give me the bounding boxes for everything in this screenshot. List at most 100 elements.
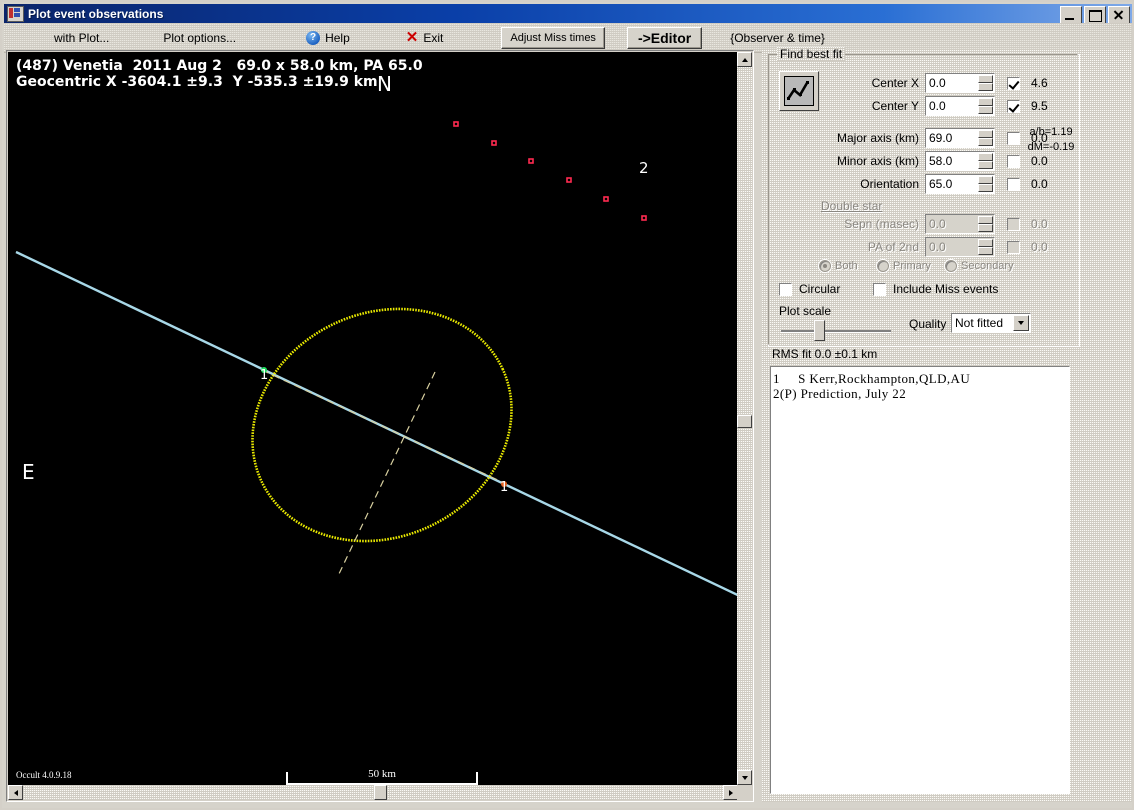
orientation-checkbox[interactable] bbox=[1007, 177, 1020, 191]
fit-row-orientation: Orientation 65.0 0.0 bbox=[769, 173, 1081, 195]
major-axis-input[interactable]: 69.0 bbox=[925, 128, 995, 148]
radio-both bbox=[819, 260, 831, 272]
plot-options-menu[interactable]: Plot options... bbox=[149, 31, 250, 45]
major-axis-checkbox[interactable] bbox=[1007, 131, 1020, 145]
observer-time-label: {Observer & time} bbox=[730, 30, 825, 45]
editor-label: ->Editor bbox=[637, 29, 692, 46]
radio-secondary-label: Secondary bbox=[961, 260, 1014, 272]
plot-header-line1: (487) Venetia 2011 Aug 2 69.0 x 58.0 km,… bbox=[16, 58, 423, 74]
circular-checkbox[interactable] bbox=[779, 283, 792, 296]
orientation-label: Orientation bbox=[860, 177, 919, 191]
pa-of-2nd-label: PA of 2nd bbox=[867, 240, 919, 254]
orientation-value: 65.0 bbox=[929, 177, 953, 191]
north-label: N bbox=[377, 72, 392, 96]
find-best-fit-title: Find best fit bbox=[777, 47, 845, 61]
center-y-label: Center Y bbox=[871, 99, 919, 113]
center-y-input[interactable]: 0.0 bbox=[925, 96, 995, 116]
chevron-down-icon bbox=[741, 775, 748, 780]
title-bar: Plot event observations bbox=[4, 4, 1132, 24]
close-x-icon: ✕ bbox=[405, 29, 419, 46]
list-item[interactable]: 1 S Kerr,Rockhampton,QLD,AU bbox=[773, 371, 1067, 386]
vertical-scroll-thumb[interactable] bbox=[737, 415, 752, 428]
center-y-error: 9.5 bbox=[1031, 99, 1048, 113]
double-star-title: Double star bbox=[821, 199, 883, 213]
chevron-down-icon[interactable] bbox=[1013, 315, 1029, 331]
quality-value: Not fitted bbox=[955, 316, 1004, 330]
plot-header-line2: Geocentric X -3604.1 ±9.3 Y -535.3 ±19.9… bbox=[16, 74, 378, 90]
scroll-down-button[interactable] bbox=[737, 770, 752, 785]
include-miss-events-checkbox[interactable] bbox=[873, 283, 886, 296]
center-x-value: 0.0 bbox=[929, 76, 946, 90]
center-y-value: 0.0 bbox=[929, 99, 946, 113]
minor-axis-value: 58.0 bbox=[929, 154, 953, 168]
separation-label: Sepn (masec) bbox=[844, 217, 919, 231]
chord-entry-label: 1 bbox=[260, 368, 269, 383]
center-x-label: Center X bbox=[871, 76, 919, 90]
separation-input: 0.0 bbox=[925, 214, 995, 234]
plot-vertical-scrollbar[interactable] bbox=[737, 52, 752, 785]
orientation-input[interactable]: 65.0 bbox=[925, 174, 995, 194]
exit-button[interactable]: ✕ Exit bbox=[392, 30, 458, 45]
center-x-checkbox[interactable] bbox=[1007, 76, 1020, 90]
help-label: Help bbox=[325, 30, 350, 45]
with-plot-menu[interactable]: with Plot... bbox=[40, 31, 123, 45]
plot-scale-slider-track[interactable] bbox=[781, 330, 891, 333]
minor-axis-input[interactable]: 58.0 bbox=[925, 151, 995, 171]
pa-of-2nd-checkbox bbox=[1007, 240, 1020, 254]
fit-row-pa-of-2nd: PA of 2nd 0.0 0.0 bbox=[769, 236, 1081, 258]
center-x-input[interactable]: 0.0 bbox=[925, 73, 995, 93]
find-best-fit-group: Find best fit Center X 0.0 4.6 Center Y … bbox=[768, 47, 1081, 347]
version-label: Occult 4.0.9.18 bbox=[16, 770, 72, 780]
scrollbar-corner bbox=[737, 785, 752, 800]
scroll-left-button[interactable] bbox=[8, 785, 23, 800]
pa-of-2nd-error: 0.0 bbox=[1031, 240, 1048, 254]
orientation-stepper[interactable] bbox=[978, 176, 993, 192]
chevron-up-icon bbox=[741, 57, 748, 62]
minor-axis-stepper[interactable] bbox=[978, 153, 993, 169]
pa-of-2nd-input: 0.0 bbox=[925, 237, 995, 257]
radio-primary-label: Primary bbox=[893, 260, 931, 272]
scroll-up-button[interactable] bbox=[737, 52, 752, 67]
observer-time-label-wrap[interactable]: {Observer & time} bbox=[716, 31, 839, 45]
chevron-left-icon bbox=[13, 789, 18, 796]
plot-scale-slider-thumb[interactable] bbox=[814, 320, 825, 341]
major-axis-stepper[interactable] bbox=[978, 130, 993, 146]
axis-ratio-line2: dM=-0.19 bbox=[1027, 141, 1075, 153]
window-controls bbox=[1060, 6, 1130, 24]
quality-select[interactable]: Not fitted bbox=[951, 313, 1031, 333]
major-axis-label: Major axis (km) bbox=[836, 131, 919, 145]
center-y-checkbox[interactable] bbox=[1007, 99, 1020, 113]
center-y-stepper[interactable] bbox=[978, 98, 993, 114]
maximize-button[interactable] bbox=[1084, 6, 1106, 24]
radio-both-label: Both bbox=[835, 260, 858, 272]
center-x-stepper[interactable] bbox=[978, 75, 993, 91]
center-x-error: 4.6 bbox=[1031, 76, 1048, 90]
list-item[interactable]: 2(P) Prediction, July 22 bbox=[773, 386, 1067, 401]
quality-label: Quality bbox=[909, 317, 947, 331]
pa-of-2nd-stepper bbox=[978, 239, 993, 255]
separation-value: 0.0 bbox=[929, 217, 946, 231]
miss-track-points bbox=[453, 121, 647, 221]
with-plot-label: with Plot... bbox=[54, 30, 110, 45]
fit-row-separation: Sepn (masec) 0.0 0.0 bbox=[769, 213, 1081, 235]
fit-row-center-x: Center X 0.0 4.6 bbox=[769, 72, 1081, 94]
application-window: Plot event observations with Plot... Plo… bbox=[0, 0, 1134, 810]
ellipse-minor-axis bbox=[337, 371, 436, 577]
minor-axis-checkbox[interactable] bbox=[1007, 154, 1020, 168]
adjust-miss-times-button[interactable]: Adjust Miss times bbox=[501, 26, 605, 49]
editor-button[interactable]: ->Editor bbox=[626, 26, 703, 49]
pa-of-2nd-value: 0.0 bbox=[929, 240, 946, 254]
horizontal-scroll-thumb[interactable] bbox=[374, 785, 387, 800]
axis-ratio-line1: a/b=1.19 bbox=[1029, 126, 1073, 138]
close-button[interactable] bbox=[1108, 6, 1130, 24]
scale-bar-label: 50 km bbox=[368, 768, 396, 780]
minimize-button[interactable] bbox=[1060, 6, 1082, 24]
plot-horizontal-scrollbar[interactable] bbox=[8, 785, 738, 800]
help-button[interactable]: ? Help bbox=[292, 30, 364, 45]
plot-graphics bbox=[15, 121, 738, 597]
major-axis-value: 69.0 bbox=[929, 131, 953, 145]
observations-listbox[interactable]: 1 S Kerr,Rockhampton,QLD,AU 2(P) Predict… bbox=[770, 366, 1070, 794]
plot-canvas[interactable]: (487) Venetia 2011 Aug 2 69.0 x 58.0 km,… bbox=[8, 52, 738, 785]
scroll-right-button[interactable] bbox=[723, 785, 738, 800]
plot-options-label: Plot options... bbox=[163, 30, 237, 45]
